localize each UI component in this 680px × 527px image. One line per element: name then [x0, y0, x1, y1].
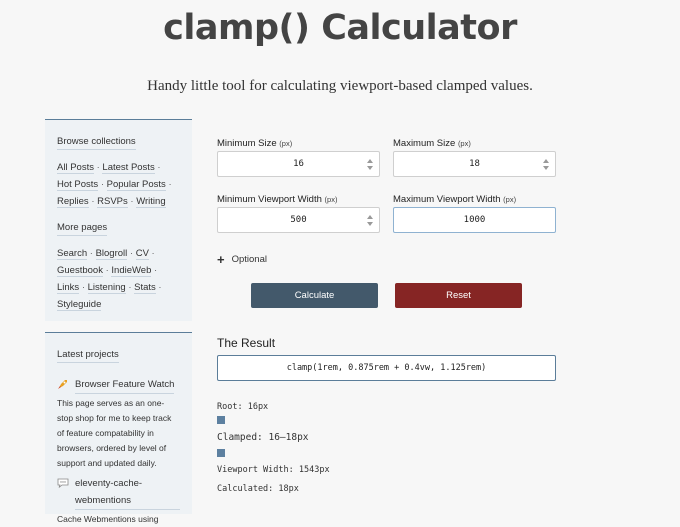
project-description: This page serves as an one-stop shop for…	[57, 398, 172, 468]
max-viewport-label-text: Maximum Viewport Width	[393, 194, 501, 205]
stepper-icon[interactable]	[367, 215, 373, 226]
root-text: Root: 16px	[217, 402, 269, 412]
result-heading: The Result	[217, 336, 276, 350]
max-size-label: Maximum Size (px)	[393, 138, 471, 149]
link-search[interactable]: Search	[57, 248, 88, 260]
unit-label: (px)	[324, 195, 338, 204]
sidebar-projects: Latest projects Browser Feature Watch Th…	[45, 332, 192, 524]
separator: ·	[96, 162, 100, 173]
unit-label: (px)	[457, 139, 471, 148]
page-title: clamp() Calculator	[163, 8, 517, 48]
link-all-posts[interactable]: All Posts	[57, 162, 94, 174]
plus-icon: +	[217, 252, 225, 267]
project-title: eleventy-cache-webmentions	[75, 475, 180, 510]
separator: ·	[105, 265, 109, 276]
link-replies[interactable]: Replies	[57, 196, 89, 208]
stepper-icon[interactable]	[367, 159, 373, 170]
link-cv[interactable]: CV	[135, 248, 149, 260]
link-links[interactable]: Links	[57, 282, 80, 294]
collections-heading: Browse collections	[57, 136, 136, 150]
separator: ·	[130, 196, 134, 207]
calculate-button[interactable]: Calculate	[251, 283, 378, 308]
separator: ·	[157, 162, 161, 173]
link-latest-posts[interactable]: Latest Posts	[102, 162, 155, 174]
project-browser-feature-watch[interactable]: Browser Feature Watch	[57, 376, 180, 394]
project-eleventy-cache-webmentions[interactable]: eleventy-cache-webmentions	[57, 475, 180, 510]
project-title: Browser Feature Watch	[75, 376, 175, 394]
min-viewport-label-text: Minimum Viewport Width	[217, 194, 322, 205]
project-description: Cache Webmentions using	[57, 514, 159, 524]
max-size-label-text: Maximum Size	[393, 138, 456, 149]
viewport-width-text: Viewport Width: 1543px	[217, 465, 330, 475]
min-size-label: Minimum Size (px)	[217, 138, 292, 149]
link-styleguide[interactable]: Styleguide	[57, 299, 102, 311]
speech-bubble-icon	[57, 478, 69, 488]
more-pages-heading: More pages	[57, 222, 108, 236]
min-viewport-value: 500	[290, 215, 307, 225]
preview-square	[217, 449, 225, 457]
result-output[interactable]: clamp(1rem, 0.875rem + 0.4vw, 1.125rem)	[217, 355, 556, 381]
tagline: Handy little tool for calculating viewpo…	[147, 78, 533, 94]
link-listening[interactable]: Listening	[87, 282, 126, 294]
max-viewport-label: Maximum Viewport Width (px)	[393, 194, 516, 205]
separator: ·	[128, 282, 132, 293]
stepper-icon[interactable]	[543, 159, 549, 170]
reset-button[interactable]: Reset	[395, 283, 522, 308]
preview-square	[217, 416, 225, 424]
link-rsvps[interactable]: RSVPs	[97, 196, 128, 208]
separator: ·	[81, 282, 85, 293]
link-writing[interactable]: Writing	[136, 196, 166, 208]
more-pages-list: Search · Blogroll · CV · Guestbook · Ind…	[57, 245, 180, 313]
separator: ·	[154, 265, 158, 276]
optional-toggle[interactable]: + Optional	[217, 252, 267, 267]
min-size-input[interactable]: 16	[217, 151, 380, 177]
min-viewport-label: Minimum Viewport Width (px)	[217, 194, 337, 205]
link-stats[interactable]: Stats	[134, 282, 156, 294]
sidebar-navigation: Browse collections All Posts · Latest Po…	[45, 119, 192, 321]
separator: ·	[158, 282, 162, 293]
rocket-icon	[58, 380, 67, 389]
link-blogroll[interactable]: Blogroll	[95, 248, 128, 260]
separator: ·	[89, 248, 93, 259]
unit-label: (px)	[279, 139, 293, 148]
calculated-text: Calculated: 18px	[217, 484, 299, 494]
optional-label: Optional	[231, 254, 267, 265]
min-size-value: 16	[293, 159, 304, 169]
link-guestbook[interactable]: Guestbook	[57, 265, 103, 277]
separator: ·	[168, 179, 172, 190]
min-viewport-input[interactable]: 500	[217, 207, 380, 233]
unit-label: (px)	[503, 195, 517, 204]
link-hot-posts[interactable]: Hot Posts	[57, 179, 99, 191]
link-indieweb[interactable]: IndieWeb	[111, 265, 152, 277]
separator: ·	[151, 248, 155, 259]
clamped-text: Clamped: 16–18px	[217, 432, 309, 443]
link-popular-posts[interactable]: Popular Posts	[106, 179, 166, 191]
separator: ·	[129, 248, 134, 259]
max-viewport-value: 1000	[463, 215, 486, 225]
separator: ·	[100, 179, 104, 190]
max-size-value: 18	[469, 159, 480, 169]
separator: ·	[91, 196, 95, 207]
min-size-label-text: Minimum Size	[217, 138, 277, 149]
max-size-input[interactable]: 18	[393, 151, 556, 177]
max-viewport-input[interactable]: 1000	[393, 207, 556, 233]
collections-list: All Posts · Latest Posts · Hot Posts · P…	[57, 159, 180, 210]
projects-heading: Latest projects	[57, 349, 119, 363]
